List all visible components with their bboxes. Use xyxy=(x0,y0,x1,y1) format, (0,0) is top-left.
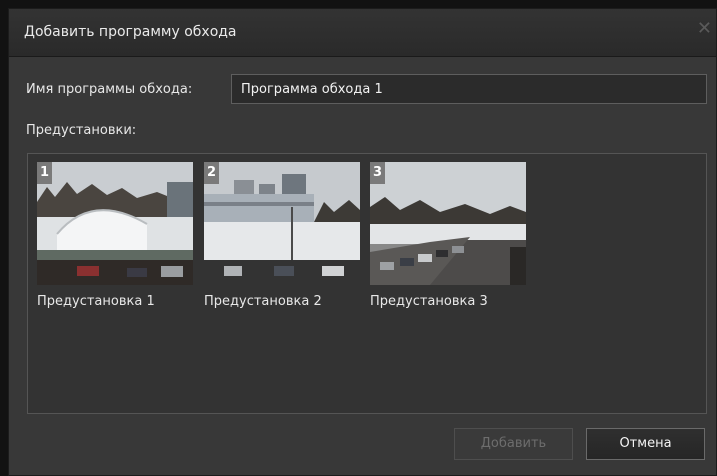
preset-item-1[interactable]: 1 Предустановка 1 xyxy=(37,162,193,309)
preset-label-2: Предустановка 2 xyxy=(204,294,322,309)
close-icon[interactable]: ✕ xyxy=(697,20,712,38)
add-button[interactable]: Добавить xyxy=(454,428,573,460)
preset-item-3[interactable]: 3 Предустановка 3 xyxy=(370,162,526,309)
add-patrol-program-dialog: Добавить программу обхода ✕ Имя программ… xyxy=(8,8,717,476)
presets-label: Предустановки: xyxy=(26,123,137,138)
preset-number-3: 3 xyxy=(370,162,385,184)
program-name-input[interactable]: Программа обхода 1 xyxy=(231,74,707,104)
presets-list: 1 Предустановка 1 2 Предустановка 2 3 Пр… xyxy=(27,153,707,414)
preset-item-2[interactable]: 2 Предустановка 2 xyxy=(204,162,360,309)
dialog-titlebar: Добавить программу обхода ✕ xyxy=(9,9,716,57)
preset-thumbnail-1[interactable]: 1 xyxy=(37,162,193,285)
preset-thumbnail-3[interactable]: 3 xyxy=(370,162,526,285)
dialog-title: Добавить программу обхода xyxy=(24,24,237,40)
preset-image-1 xyxy=(37,162,193,285)
program-name-label: Имя программы обхода: xyxy=(26,82,193,97)
preset-label-3: Предустановка 3 xyxy=(370,294,488,309)
preset-number-2: 2 xyxy=(204,162,219,184)
preset-thumbnail-2[interactable]: 2 xyxy=(204,162,360,285)
preset-label-1: Предустановка 1 xyxy=(37,294,155,309)
cancel-button[interactable]: Отмена xyxy=(586,428,705,460)
preset-image-2 xyxy=(204,162,360,285)
preset-number-1: 1 xyxy=(37,162,52,184)
preset-image-3 xyxy=(370,162,526,285)
